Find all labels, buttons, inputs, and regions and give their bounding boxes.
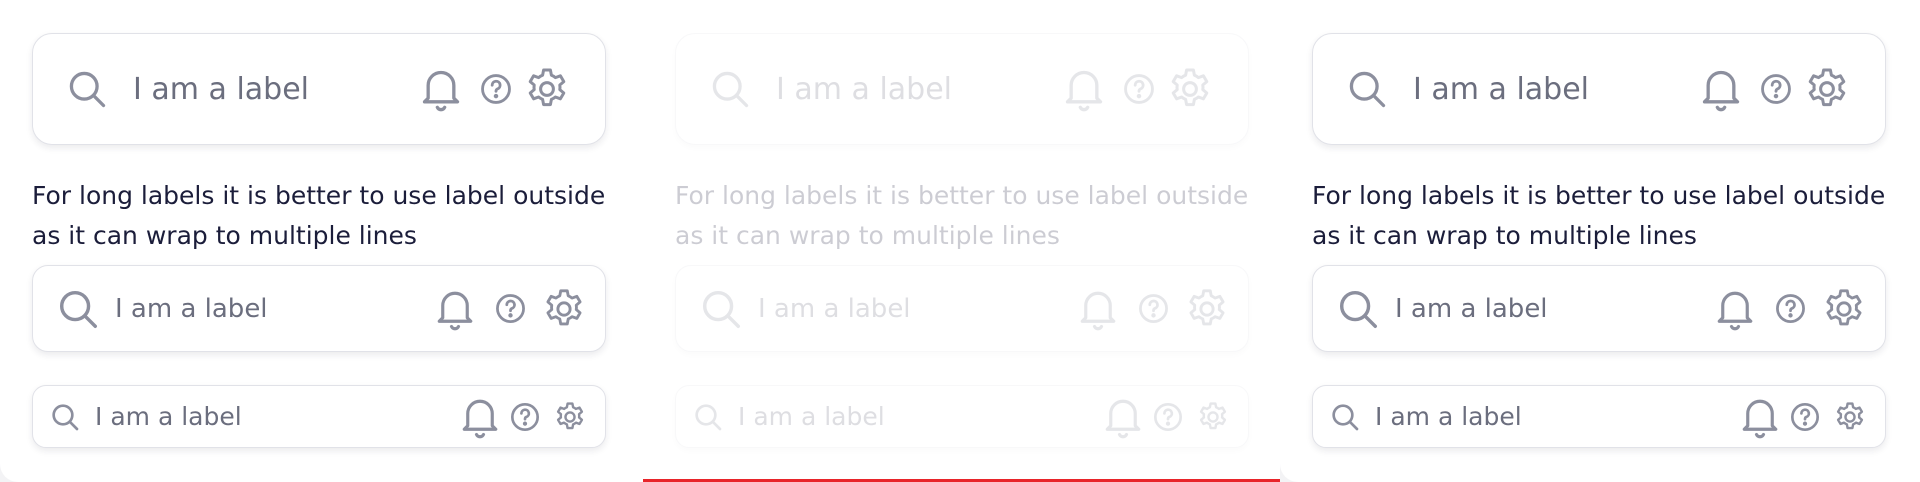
bell-icon[interactable]: [459, 393, 501, 441]
gear-icon[interactable]: [553, 400, 587, 434]
search-icon: [55, 286, 101, 332]
gear-icon[interactable]: [1821, 286, 1867, 332]
gear-icon: [1166, 65, 1214, 113]
helper-text: For long labels it is better to use labe…: [1312, 181, 1886, 250]
gear-icon[interactable]: [1833, 400, 1867, 434]
search-field-small[interactable]: I am a label: [1312, 385, 1886, 448]
field-label: I am a label: [1375, 402, 1522, 431]
bell-icon: [1102, 393, 1144, 441]
search-field-large-disabled: I am a label: [675, 33, 1249, 145]
field-label: I am a label: [115, 293, 268, 324]
help-circle-icon[interactable]: [1774, 292, 1807, 325]
gear-icon: [1196, 400, 1230, 434]
bell-icon[interactable]: [419, 64, 463, 114]
search-icon: [1329, 401, 1361, 433]
field-label: I am a label: [95, 402, 242, 431]
help-circle-icon[interactable]: [494, 292, 527, 325]
search-field-large[interactable]: I am a label: [32, 33, 606, 145]
field-label: I am a label: [1413, 71, 1590, 107]
field-label: I am a label: [776, 71, 953, 107]
variant-panel-default: I am a label For long labels it is bette…: [0, 0, 643, 482]
gear-icon[interactable]: [523, 65, 571, 113]
field-label: I am a label: [133, 71, 310, 107]
gear-icon[interactable]: [541, 286, 587, 332]
search-field-medium[interactable]: I am a label: [32, 265, 606, 352]
help-circle-icon[interactable]: [1759, 72, 1793, 106]
bell-icon[interactable]: [1699, 64, 1743, 114]
field-label: I am a label: [1395, 293, 1548, 324]
search-field-small[interactable]: I am a label: [32, 385, 606, 448]
bell-icon: [1077, 285, 1119, 333]
search-field-medium-disabled: I am a label: [675, 265, 1249, 352]
bell-icon: [1062, 64, 1106, 114]
bell-icon[interactable]: [1714, 285, 1756, 333]
search-field-medium[interactable]: I am a label: [1312, 265, 1886, 352]
gear-icon: [1184, 286, 1230, 332]
help-circle-icon: [1152, 401, 1184, 433]
help-circle-icon[interactable]: [1789, 401, 1821, 433]
search-field-large[interactable]: I am a label: [1312, 33, 1886, 145]
search-field-small-disabled: I am a label: [675, 385, 1249, 448]
bell-icon[interactable]: [434, 285, 476, 333]
help-circle-icon[interactable]: [479, 72, 513, 106]
search-icon: [708, 67, 752, 111]
gear-icon[interactable]: [1803, 65, 1851, 113]
search-icon: [698, 286, 744, 332]
search-icon: [1345, 67, 1389, 111]
help-circle-icon: [1122, 72, 1156, 106]
bell-icon[interactable]: [1739, 393, 1781, 441]
search-icon: [692, 401, 724, 433]
search-icon: [1335, 286, 1381, 332]
helper-text: For long labels it is better to use labe…: [675, 181, 1249, 250]
search-icon: [49, 401, 81, 433]
search-icon: [65, 67, 109, 111]
help-circle-icon: [1137, 292, 1170, 325]
field-label: I am a label: [758, 293, 911, 324]
variant-panel-disabled: I am a label For long labels it is bette…: [643, 0, 1280, 482]
help-circle-icon[interactable]: [509, 401, 541, 433]
variant-panel-default-copy: I am a label For long labels it is bette…: [1280, 0, 1920, 482]
helper-text: For long labels it is better to use labe…: [32, 181, 606, 250]
field-label: I am a label: [738, 402, 885, 431]
